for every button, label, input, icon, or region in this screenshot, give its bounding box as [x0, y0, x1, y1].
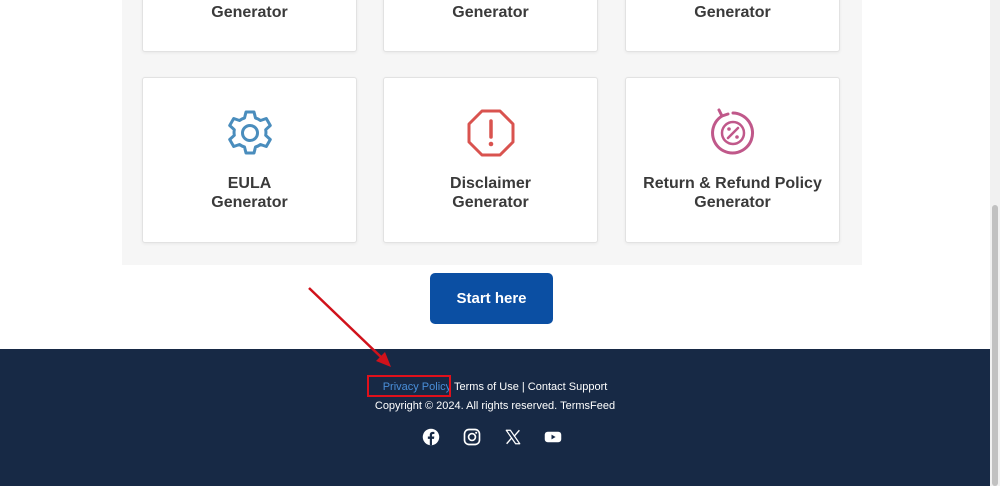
- instagram-icon[interactable]: [463, 428, 481, 446]
- disclaimer-generator-card[interactable]: Disclaimer Generator: [383, 77, 598, 243]
- main-content: Generator Generator Generator EULA Gener…: [0, 0, 990, 349]
- contact-support-link[interactable]: Contact Support: [528, 381, 608, 393]
- facebook-icon[interactable]: [422, 428, 440, 446]
- highlight-box: [367, 375, 451, 397]
- generator-card-top-2[interactable]: Generator: [383, 0, 598, 52]
- card-title: Generator: [211, 4, 288, 21]
- footer-links: Privacy Policy Terms of Use | Contact Su…: [0, 380, 990, 394]
- copyright-text: Copyright © 2024. All rights reserved. T…: [374, 400, 616, 412]
- site-footer: Privacy Policy Terms of Use | Contact Su…: [0, 349, 990, 486]
- card-title: Disclaimer Generator: [450, 175, 531, 211]
- generator-card-top-3[interactable]: Generator: [625, 0, 840, 52]
- youtube-icon[interactable]: [544, 428, 562, 446]
- footer-link-separator: |: [521, 381, 525, 393]
- generator-card-top-1[interactable]: Generator: [142, 0, 357, 52]
- card-title: EULA Generator: [211, 175, 288, 211]
- eula-generator-card[interactable]: EULA Generator: [142, 77, 357, 243]
- card-title: Generator: [452, 4, 529, 21]
- scrollbar[interactable]: [990, 0, 1000, 486]
- refund-policy-generator-card[interactable]: Return & Refund Policy Generator: [625, 77, 840, 243]
- terms-of-use-link[interactable]: Terms of Use: [454, 381, 519, 393]
- scrollbar-thumb[interactable]: [992, 205, 998, 486]
- refund-percent-icon: [708, 108, 758, 158]
- gear-icon: [225, 108, 275, 158]
- x-icon[interactable]: [504, 428, 522, 446]
- start-here-button[interactable]: Start here: [430, 273, 553, 324]
- warning-octagon-icon: [466, 108, 516, 158]
- card-title: Return & Refund Policy Generator: [643, 175, 822, 211]
- card-title: Generator: [694, 4, 771, 21]
